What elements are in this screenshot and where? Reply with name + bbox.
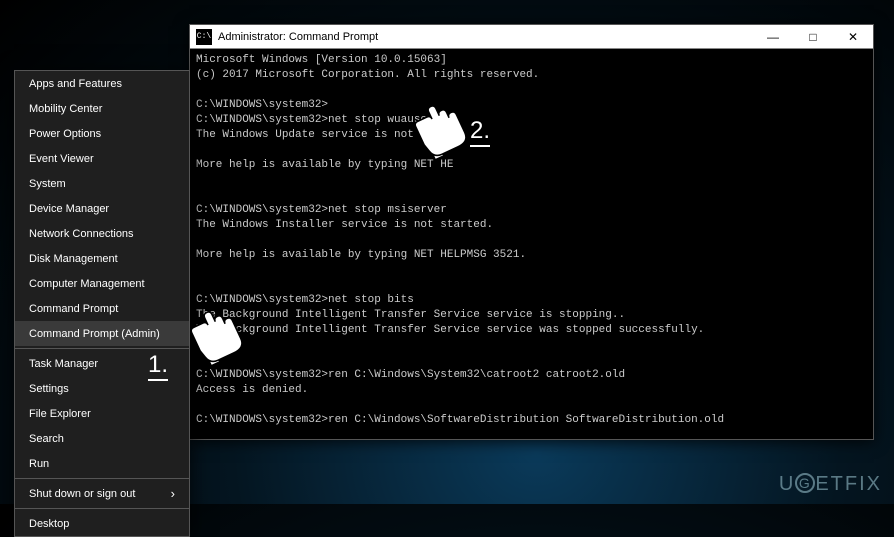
winx-item-apps-and-features[interactable]: Apps and Features [15, 71, 189, 96]
winx-item-shut-down-or-sign-out[interactable]: Shut down or sign out [15, 481, 189, 506]
winx-menu: Apps and FeaturesMobility CenterPower Op… [14, 70, 190, 537]
winx-item-network-connections[interactable]: Network Connections [15, 221, 189, 246]
winx-item-desktop[interactable]: Desktop [15, 511, 189, 536]
close-button[interactable]: ✕ [833, 25, 873, 49]
watermark-post: ETFIX [815, 473, 882, 495]
cmd-title: Administrator: Command Prompt [218, 31, 753, 43]
watermark: UGETFIX [779, 473, 882, 496]
maximize-button[interactable]: □ [793, 25, 833, 49]
command-prompt-window: C:\ Administrator: Command Prompt — □ ✕ … [189, 24, 874, 440]
winx-item-event-viewer[interactable]: Event Viewer [15, 146, 189, 171]
winx-item-computer-management[interactable]: Computer Management [15, 271, 189, 296]
cmd-icon: C:\ [196, 29, 212, 45]
menu-divider [15, 478, 189, 479]
annotation-number-2: 2. [470, 118, 490, 147]
winx-item-mobility-center[interactable]: Mobility Center [15, 96, 189, 121]
watermark-g: G [795, 473, 815, 493]
winx-item-run[interactable]: Run [15, 451, 189, 476]
winx-item-disk-management[interactable]: Disk Management [15, 246, 189, 271]
winx-item-command-prompt-admin[interactable]: Command Prompt (Admin) [15, 321, 189, 346]
winx-item-device-manager[interactable]: Device Manager [15, 196, 189, 221]
winx-item-command-prompt[interactable]: Command Prompt [15, 296, 189, 321]
cmd-titlebar[interactable]: C:\ Administrator: Command Prompt — □ ✕ [190, 25, 873, 49]
watermark-pre: U [779, 473, 795, 495]
annotation-number-1: 1. [148, 352, 168, 381]
menu-divider [15, 348, 189, 349]
menu-divider [15, 508, 189, 509]
winx-item-power-options[interactable]: Power Options [15, 121, 189, 146]
winx-item-search[interactable]: Search [15, 426, 189, 451]
cmd-output[interactable]: Microsoft Windows [Version 10.0.15063] (… [190, 49, 873, 439]
winx-item-system[interactable]: System [15, 171, 189, 196]
winx-item-file-explorer[interactable]: File Explorer [15, 401, 189, 426]
minimize-button[interactable]: — [753, 25, 793, 49]
